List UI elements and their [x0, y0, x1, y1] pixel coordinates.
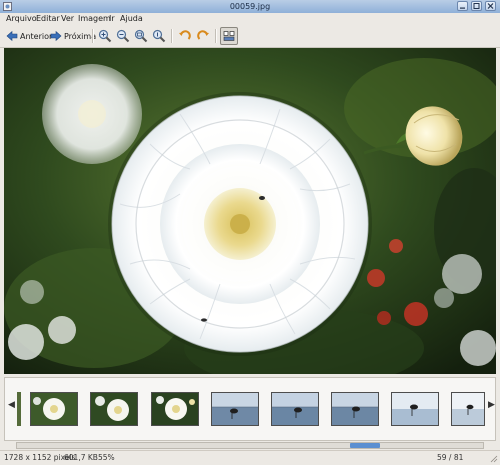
previous-button[interactable]: Anterior: [6, 28, 52, 44]
thumbnail[interactable]: [331, 392, 379, 426]
zoom-out-button[interactable]: [116, 28, 130, 44]
zoom-original-button[interactable]: [152, 28, 166, 44]
scroll-right-icon[interactable]: ▶: [488, 400, 495, 410]
close-icon: [487, 3, 494, 9]
file-size: 601,7 KB: [64, 453, 98, 462]
main-image: [4, 48, 496, 374]
thumbnail-image: [452, 393, 484, 425]
zoom-fit-button[interactable]: [134, 28, 148, 44]
menu-bar: Arquivo Editar Ver Imagem Ir Ajuda: [0, 13, 500, 25]
zoom-in-icon: [98, 29, 112, 43]
thumbnail-scrollbar[interactable]: [16, 442, 484, 449]
title-bar: 00059.jpg: [0, 0, 500, 14]
next-button[interactable]: Próxima: [50, 28, 96, 44]
scrollbar-thumb[interactable]: [350, 443, 380, 448]
menu-ir[interactable]: Ir: [109, 13, 115, 25]
thumbnail-strip: ◀ ▶: [4, 377, 496, 441]
thumbnail-image: [152, 393, 198, 425]
maximize-icon: [473, 3, 480, 9]
rotate-left-button[interactable]: [178, 28, 192, 44]
thumbnail-image: [272, 393, 318, 425]
rotate-right-button[interactable]: [196, 28, 210, 44]
thumbnail[interactable]: [271, 392, 319, 426]
go-previous-icon: [6, 30, 18, 42]
previous-label: Anterior: [20, 31, 53, 41]
thumbnail[interactable]: [30, 392, 78, 426]
thumbnail-image: [392, 393, 438, 425]
thumbnail-image: [91, 393, 137, 425]
status-bar: 1728 x 1152 pixels 601,7 KB 55% 59 / 81: [0, 450, 500, 465]
minimize-icon: [460, 7, 465, 9]
thumbnail[interactable]: [391, 392, 439, 426]
window-title: 00059.jpg: [229, 2, 271, 11]
menu-editar[interactable]: Editar: [36, 13, 60, 25]
thumbnail-partial[interactable]: [17, 392, 21, 426]
menu-ver[interactable]: Ver: [61, 13, 74, 25]
thumbnail-image: [31, 393, 77, 425]
maximize-button[interactable]: [471, 1, 482, 11]
image-collection-toggle[interactable]: [220, 27, 238, 45]
collection-icon: [223, 31, 235, 41]
toolbar-separator: [171, 29, 173, 43]
menu-imagem[interactable]: Imagem: [78, 13, 111, 25]
zoom-in-button[interactable]: [98, 28, 112, 44]
thumbnail-image: [332, 393, 378, 425]
go-next-icon: [50, 30, 62, 42]
toolbar-separator: [92, 29, 94, 43]
menu-ajuda[interactable]: Ajuda: [120, 13, 143, 25]
menu-arquivo[interactable]: Arquivo: [6, 13, 37, 25]
thumbnail-image: [212, 393, 258, 425]
resize-grip-icon[interactable]: [490, 455, 498, 463]
scroll-left-icon[interactable]: ◀: [8, 400, 15, 410]
minimize-button[interactable]: [457, 1, 468, 11]
image-position: 59 / 81: [437, 453, 464, 462]
zoom-level: 55%: [98, 453, 115, 462]
zoom-original-icon: [152, 29, 166, 43]
image-viewer[interactable]: [4, 48, 496, 374]
thumbnail[interactable]: [90, 392, 138, 426]
toolbar: Anterior Próxima: [0, 25, 500, 48]
thumbnail[interactable]: [451, 392, 485, 426]
thumbnail[interactable]: [151, 392, 199, 426]
zoom-out-icon: [116, 29, 130, 43]
toolbar-separator: [215, 29, 217, 43]
rotate-left-icon: [179, 30, 191, 40]
zoom-fit-icon: [134, 29, 148, 43]
thumbnail[interactable]: [211, 392, 259, 426]
rotate-right-icon: [197, 30, 209, 40]
close-button[interactable]: [485, 1, 496, 11]
